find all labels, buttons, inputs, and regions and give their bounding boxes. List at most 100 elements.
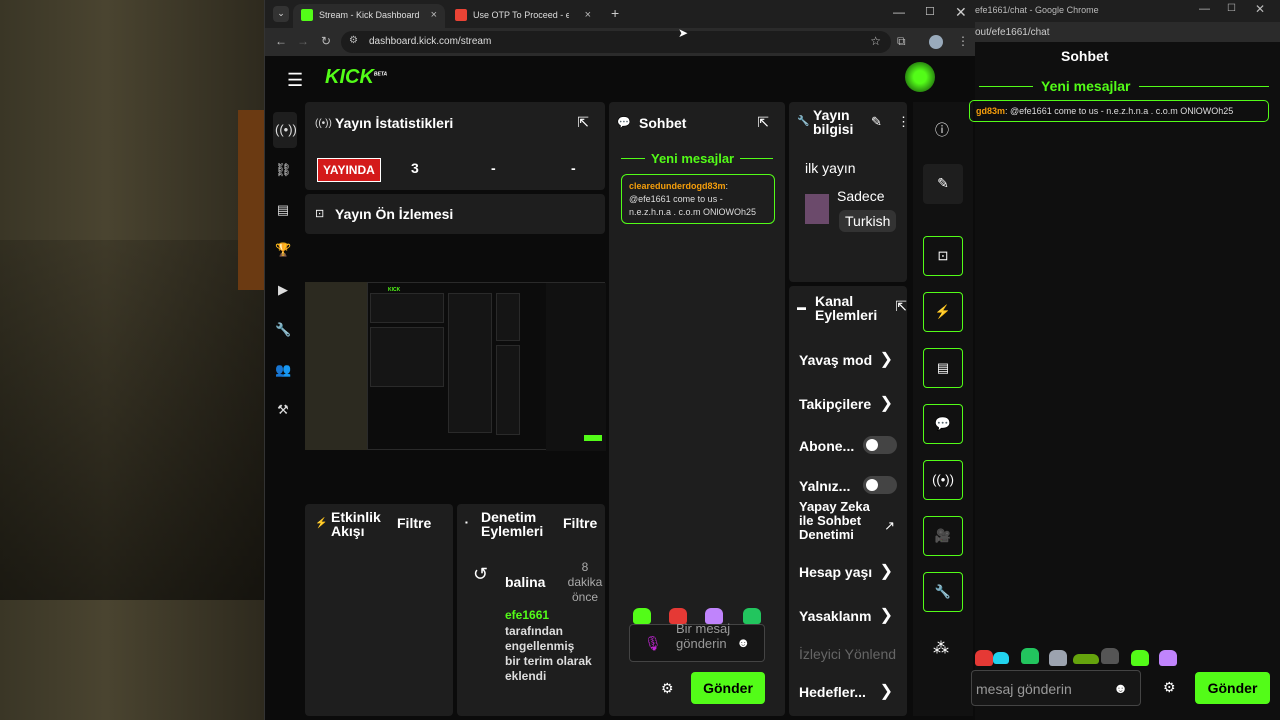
clip-icon[interactable]: ⊡ <box>923 236 963 276</box>
banned-term: balina <box>505 574 546 590</box>
chat-bubble-icon[interactable]: 💬 <box>923 404 963 444</box>
maximize-button[interactable]: ☐ <box>925 5 935 18</box>
category-name[interactable]: Sadece <box>837 188 884 204</box>
url-input[interactable]: ⚙ dashboard.kick.com/stream ☆ <box>341 31 891 53</box>
emote-icon[interactable] <box>1159 650 1177 666</box>
extensions-icon[interactable]: ⧉ <box>897 34 906 49</box>
stream-info-panel: 🔧 Yayın bilgisi ✎ ⋮ ilk yayın Sadece Tur… <box>789 102 910 282</box>
broadcast-icon: ((•)) <box>315 118 332 129</box>
back-icon[interactable]: ← <box>275 34 287 48</box>
user-avatar[interactable] <box>905 62 935 92</box>
chat-message[interactable]: gd83m: @efe1661 come to us - n.e.z.h.n.a… <box>969 100 1269 122</box>
wrench-icon[interactable]: 🔧 <box>923 572 963 612</box>
bookmark-star-icon[interactable]: ☆ <box>870 34 881 48</box>
close-window-button[interactable]: ✕ <box>1255 2 1265 16</box>
maximize-button[interactable]: ☐ <box>1227 3 1236 14</box>
popout-url-bar[interactable]: out/efe1661/chat <box>975 22 1280 42</box>
site-info-icon[interactable]: ⚙ <box>349 35 358 46</box>
subscribers-toggle[interactable] <box>863 436 897 454</box>
users-icon[interactable]: 👥 <box>275 362 291 378</box>
emote-icon[interactable] <box>1101 648 1119 664</box>
reload-icon[interactable]: ↻ <box>321 34 331 48</box>
chat-message[interactable]: clearedunderdogd83m: @efe1661 come to us… <box>621 174 775 224</box>
moderator-username[interactable]: efe1661 <box>505 608 549 622</box>
microphone-icon[interactable]: 🎙 <box>644 635 662 652</box>
lightning-icon: ⚡ <box>315 518 328 529</box>
send-button[interactable]: Gönder <box>1195 672 1270 704</box>
popout-icon[interactable]: ⇱ <box>757 114 769 131</box>
share-icon[interactable]: ⁂ <box>933 638 949 658</box>
undo-icon[interactable]: ↺ <box>473 564 488 585</box>
send-button[interactable]: Gönder <box>691 672 765 704</box>
browser-menu-icon[interactable]: ⋮ <box>957 34 969 48</box>
tab-otp[interactable]: Use OTP To Proceed - efy4169 × <box>447 4 599 28</box>
browser-window: ⌄ Stream - Kick Dashboard × Use OTP To P… <box>264 0 976 720</box>
emote-icon[interactable] <box>1073 654 1099 664</box>
stream-title: ilk yayın <box>805 160 856 176</box>
hamburger-menu-icon[interactable]: ☰ <box>287 70 303 91</box>
film-icon[interactable]: ▶ <box>275 282 291 298</box>
close-tab-icon[interactable]: × <box>585 9 591 21</box>
forward-icon[interactable]: → <box>297 34 309 48</box>
tab-kick-dashboard[interactable]: Stream - Kick Dashboard × <box>293 4 445 28</box>
close-tab-icon[interactable]: × <box>431 9 437 21</box>
chat-input[interactable]: 🎙 Bir mesaj gönderin ☻ <box>629 621 765 662</box>
popout-icon[interactable]: ⇱ <box>895 298 907 315</box>
filter-button[interactable]: Filtre <box>563 516 597 530</box>
channel-actions-panel: ▬ Kanal Eylemleri ⇱ Yavaş mod ❯ Takipçile… <box>789 286 907 716</box>
gmail-favicon-icon <box>455 9 467 21</box>
trophy-icon[interactable]: 🏆 <box>275 242 291 258</box>
edit-layout-button[interactable]: ✎ <box>923 164 963 204</box>
popout-icon[interactable]: ⇱ <box>577 114 589 131</box>
chat-username[interactable]: gd83m <box>976 106 1005 116</box>
popout-chat-input[interactable]: mesaj gönderin ☻ <box>971 670 1141 706</box>
kick-logo[interactable]: KICKBETA <box>325 66 387 89</box>
emote-icon[interactable] <box>1049 650 1067 666</box>
emoji-picker-icon[interactable]: ☻ <box>1113 680 1128 696</box>
emote-icon[interactable] <box>975 650 993 666</box>
filter-button[interactable]: Filtre <box>397 516 431 530</box>
emote-icon[interactable] <box>1131 650 1149 666</box>
link-icon[interactable]: ⛓ <box>275 162 292 178</box>
chat-panel: 💬 Sohbet ⇱ Yeni mesajlar clearedunderdog… <box>609 102 785 716</box>
new-messages-divider: Yeni mesajlar <box>645 151 741 166</box>
document-icon[interactable]: ▤ <box>923 348 963 388</box>
stream-tag: Turkish <box>839 210 897 232</box>
emote-icon[interactable] <box>993 652 1009 664</box>
emotes-only-toggle[interactable] <box>863 476 897 494</box>
emote-icon[interactable] <box>1021 648 1039 664</box>
lightning-icon[interactable]: ⚡ <box>923 292 963 332</box>
stats-panel: ((•)) Yayın İstatistikleri ⇱ YAYINDA 3 -… <box>305 102 605 190</box>
panel-title: Sohbet <box>639 115 687 131</box>
stream-preview-video[interactable]: KICK <box>305 282 606 451</box>
chat-settings-icon[interactable]: ⚙ <box>1163 679 1176 696</box>
panel-title: Yayın Ön İzlemesi <box>335 206 454 222</box>
chart-icon[interactable]: ▤ <box>275 202 291 218</box>
profile-avatar[interactable] <box>929 35 943 49</box>
emoji-picker-icon[interactable]: ☻ <box>736 635 750 650</box>
chat-username[interactable]: clearedunderdogd83m <box>629 181 726 191</box>
chat-settings-icon[interactable]: ⚙ <box>661 680 674 697</box>
tab-search-button[interactable]: ⌄ <box>273 6 289 22</box>
new-tab-button[interactable]: + <box>611 5 619 21</box>
emote-icon[interactable] <box>743 608 761 624</box>
emote-icon[interactable] <box>633 608 651 624</box>
minimize-button[interactable]: — <box>1199 3 1210 15</box>
broadcast-icon[interactable]: ((•)) <box>923 460 963 500</box>
close-window-button[interactable]: ✕ <box>955 4 967 21</box>
moderation-icon[interactable]: ⚒ <box>275 402 291 418</box>
edit-icon[interactable]: ✎ <box>871 114 882 130</box>
info-icon[interactable]: ⓘ <box>935 120 949 140</box>
category-thumbnail[interactable] <box>805 194 829 224</box>
popout-chat-window: efe1661/chat - Google Chrome — ☐ ✕ out/e… <box>969 0 1280 720</box>
panel-title: Yayın İstatistikleri <box>335 115 454 131</box>
popout-title: Sohbet <box>1061 48 1109 64</box>
chat-text: @efe1661 come to us - n.e.z.h.n.a . c.o.… <box>629 194 757 217</box>
broadcast-icon[interactable]: ((•)) <box>275 122 297 138</box>
tab-strip: ⌄ Stream - Kick Dashboard × Use OTP To P… <box>265 0 976 28</box>
camera-icon[interactable]: 🎥 <box>923 516 963 556</box>
moderation-panel: ▪ Denetim Eylemleri Filtre ↺ balina 8 da… <box>457 504 605 716</box>
minimize-button[interactable]: — <box>893 5 905 19</box>
wrench-icon[interactable]: 🔧 <box>275 322 291 338</box>
more-icon[interactable]: ⋮ <box>897 114 910 130</box>
